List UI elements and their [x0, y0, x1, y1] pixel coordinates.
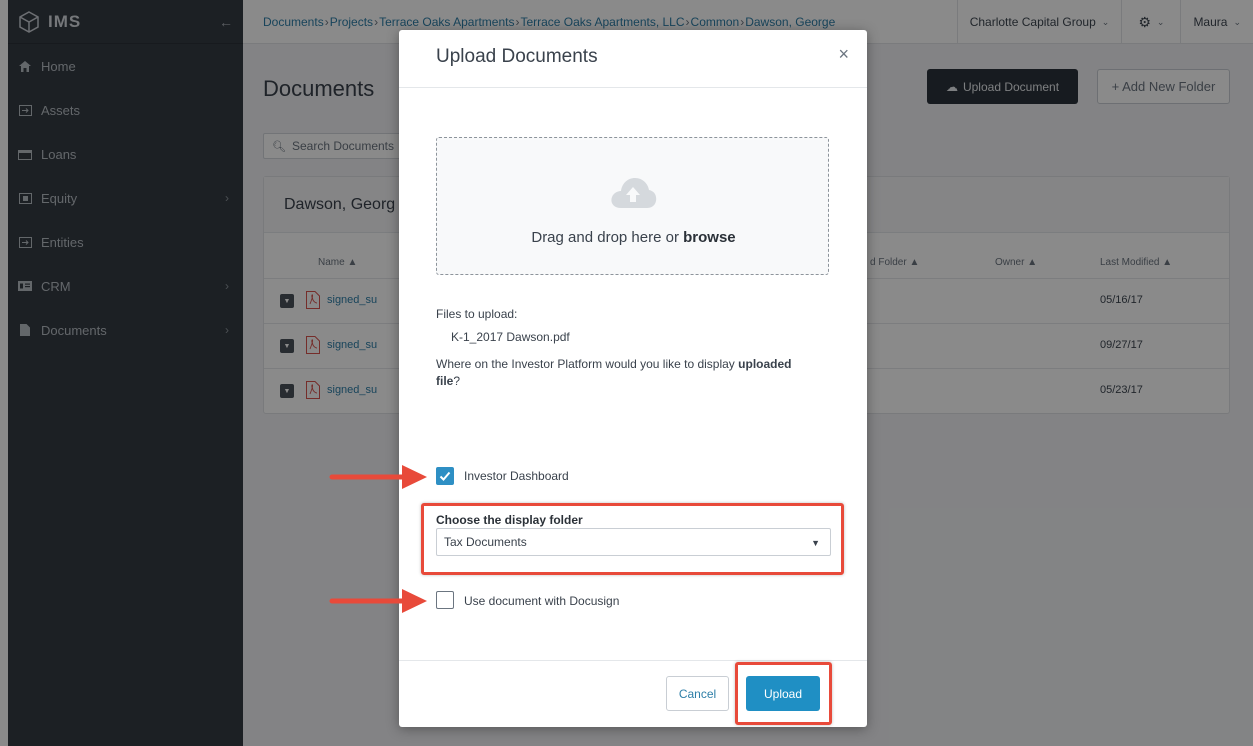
question-text: Where on the Investor Platform would you… — [436, 357, 739, 371]
docusign-label[interactable]: Use document with Docusign — [464, 594, 619, 608]
divider — [399, 660, 867, 661]
investor-dashboard-label[interactable]: Investor Dashboard — [464, 469, 569, 483]
annotation-highlight-folder — [421, 503, 844, 575]
annotation-arrow-icon — [329, 465, 427, 489]
dropzone-instruction: Drag and drop here or — [531, 229, 684, 246]
cloud-upload-icon — [611, 178, 657, 208]
display-question: Where on the Investor Platform would you… — [436, 356, 816, 390]
upload-documents-modal: Upload Documents × Drag and drop here or… — [399, 30, 867, 727]
cancel-button[interactable]: Cancel — [666, 676, 729, 711]
close-icon[interactable]: × — [838, 44, 849, 65]
question-suffix: ? — [453, 374, 461, 388]
checkmark-icon — [439, 471, 451, 481]
docusign-checkbox[interactable] — [436, 591, 454, 609]
file-to-upload-name: K-1_2017 Dawson.pdf — [451, 330, 570, 344]
annotation-highlight-upload — [735, 662, 832, 725]
file-dropzone[interactable]: Drag and drop here or browse — [436, 137, 829, 275]
dropzone-text: Drag and drop here or browse — [437, 229, 830, 246]
divider — [399, 87, 867, 88]
modal-title: Upload Documents — [436, 46, 598, 67]
browse-link[interactable]: browse — [683, 229, 736, 246]
annotation-arrow-icon — [329, 589, 427, 613]
files-to-upload-label: Files to upload: — [436, 307, 518, 321]
investor-dashboard-checkbox[interactable] — [436, 467, 454, 485]
